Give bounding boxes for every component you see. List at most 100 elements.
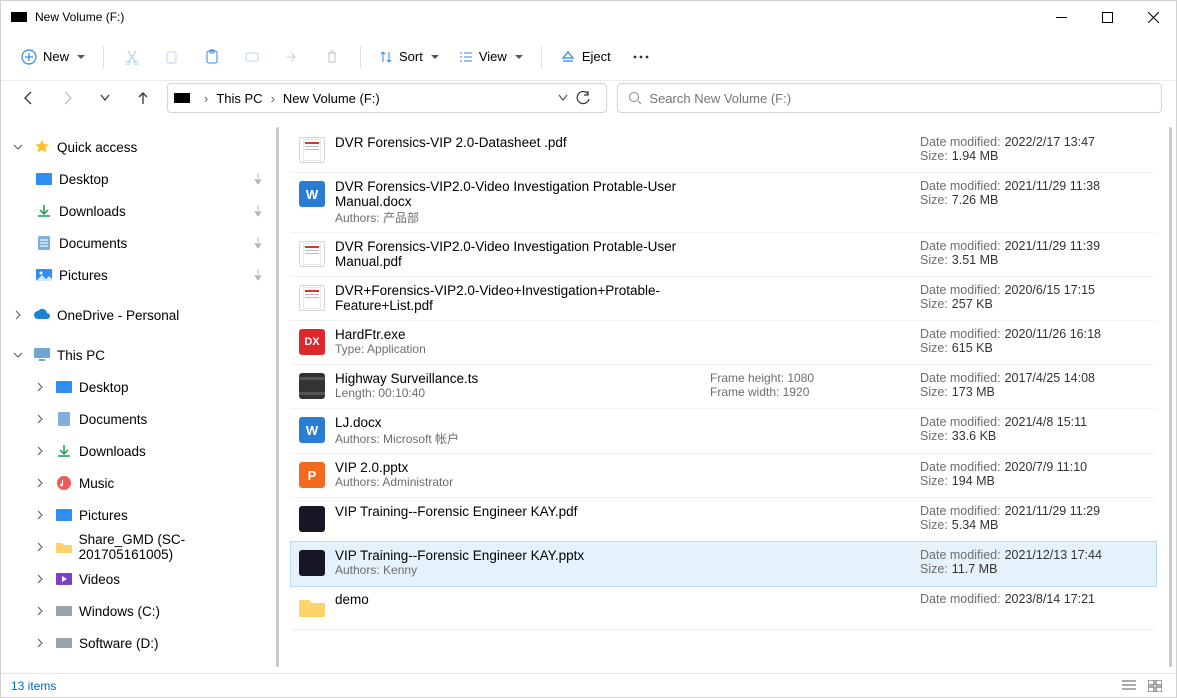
tiles-view-button[interactable] (1144, 677, 1166, 695)
star-icon (33, 139, 51, 155)
file-row[interactable]: Highway Surveillance.ts Length: 00:10:40… (291, 365, 1156, 409)
new-button[interactable]: New (13, 41, 93, 73)
paste-button[interactable] (194, 41, 230, 73)
chevron-right-icon[interactable] (35, 542, 49, 552)
chevron-right-icon[interactable]: › (271, 91, 275, 106)
sidebar-pc-pictures[interactable]: Pictures (7, 499, 277, 531)
file-row[interactable]: DVR Forensics-VIP 2.0-Datasheet .pdf Dat… (291, 129, 1156, 173)
folder-icon (55, 541, 73, 553)
file-row[interactable]: demo Date modified:2023/8/14 17:21 (291, 586, 1156, 630)
sidebar-pc-software[interactable]: Software (D:) (7, 627, 277, 659)
chevron-right-icon[interactable] (35, 510, 49, 520)
view-button[interactable]: View (451, 41, 531, 73)
sidebar-item-label: Share_GMD (SC-201705161005) (79, 532, 277, 562)
breadcrumb-dropdown[interactable] (558, 94, 568, 102)
sidebar-onedrive[interactable]: OneDrive - Personal (7, 299, 277, 331)
forward-button[interactable] (53, 84, 81, 112)
picture-icon (55, 509, 73, 521)
scrollbar[interactable] (1169, 127, 1172, 667)
file-name: DVR Forensics-VIP2.0-Video Investigation… (335, 179, 710, 209)
chevron-down-icon (429, 49, 439, 64)
sidebar-pc-windows[interactable]: Windows (C:) (7, 595, 277, 627)
refresh-button[interactable] (576, 91, 600, 106)
breadcrumb-root[interactable]: This PC (216, 91, 262, 106)
scrollbar[interactable] (276, 127, 279, 667)
sidebar-documents[interactable]: Documents (7, 227, 277, 259)
chevron-right-icon[interactable]: › (204, 91, 208, 106)
new-label: New (43, 49, 69, 64)
file-row[interactable]: DVR Forensics-VIP2.0-Video Investigation… (291, 233, 1156, 277)
chevron-right-icon[interactable] (35, 606, 49, 616)
file-row[interactable]: W LJ.docx Authors: Microsoft 帐户 Date mod… (291, 409, 1156, 454)
chevron-right-icon[interactable] (35, 638, 49, 648)
close-button[interactable] (1130, 1, 1176, 33)
toolbar: New Sort View Eject (1, 33, 1176, 81)
file-row[interactable]: P VIP 2.0.pptx Authors: Administrator Da… (291, 454, 1156, 498)
copy-icon (164, 49, 180, 65)
file-row[interactable]: VIP Training--Forensic Engineer KAY.pdf … (291, 498, 1156, 542)
file-meta: Date modified:2021/11/29 11:38Size:7.26 … (920, 179, 1150, 207)
breadcrumb-leaf[interactable]: New Volume (F:) (283, 91, 380, 106)
copy-button[interactable] (154, 41, 190, 73)
file-meta: Date modified:2020/6/15 17:15Size:257 KB (920, 283, 1150, 311)
drive-icon (55, 606, 73, 616)
cut-button[interactable] (114, 41, 150, 73)
sidebar-quickaccess[interactable]: Quick access (7, 131, 277, 163)
chevron-right-icon[interactable] (13, 310, 27, 320)
minimize-button[interactable] (1038, 1, 1084, 33)
chevron-right-icon[interactable] (35, 382, 49, 392)
sidebar-pc-downloads[interactable]: Downloads (7, 435, 277, 467)
sidebar-pictures[interactable]: Pictures (7, 259, 277, 291)
maximize-button[interactable] (1084, 1, 1130, 33)
file-meta: Date modified:2021/11/29 11:39Size:3.51 … (920, 239, 1150, 267)
pin-icon[interactable] (253, 237, 263, 249)
pin-icon[interactable] (253, 269, 263, 281)
chevron-down-icon[interactable] (13, 350, 27, 360)
file-row[interactable]: DX HardFtr.exe Type: Application Date mo… (291, 321, 1156, 365)
sidebar-thispc[interactable]: This PC (7, 339, 277, 371)
chevron-right-icon[interactable] (35, 574, 49, 584)
pin-icon[interactable] (253, 173, 263, 185)
picture-icon (35, 269, 53, 281)
sidebar-pc-share[interactable]: Share_GMD (SC-201705161005) (7, 531, 277, 563)
sidebar-pc-documents[interactable]: Documents (7, 403, 277, 435)
chevron-right-icon[interactable] (35, 414, 49, 424)
file-name: HardFtr.exe (335, 327, 710, 342)
share-button[interactable] (274, 41, 310, 73)
eject-button[interactable]: Eject (552, 41, 619, 73)
sidebar-downloads[interactable]: Downloads (7, 195, 277, 227)
chevron-right-icon[interactable] (35, 446, 49, 456)
chevron-right-icon[interactable] (35, 478, 49, 488)
rename-button[interactable] (234, 41, 270, 73)
sidebar-pc-videos[interactable]: Videos (7, 563, 277, 595)
sidebar-item-label: Videos (79, 572, 120, 587)
pin-icon[interactable] (253, 205, 263, 217)
recent-locations-button[interactable] (91, 84, 119, 112)
music-icon (55, 476, 73, 490)
paste-icon (204, 49, 220, 65)
sidebar-pc-music[interactable]: Music (7, 467, 277, 499)
chevron-down-icon[interactable] (13, 142, 27, 152)
file-row[interactable]: VIP Training--Forensic Engineer KAY.pptx… (291, 542, 1156, 586)
file-meta: Date modified:2021/4/8 15:11Size:33.6 KB (920, 415, 1150, 443)
delete-button[interactable] (314, 41, 350, 73)
file-meta: Date modified:2020/7/9 11:10Size:194 MB (920, 460, 1150, 488)
search-input[interactable] (649, 91, 1151, 106)
sort-button[interactable]: Sort (371, 41, 447, 73)
sidebar-item-label: Downloads (79, 444, 146, 459)
back-button[interactable] (15, 84, 43, 112)
sidebar-item-label: Pictures (79, 508, 128, 523)
file-row[interactable]: DVR+Forensics-VIP2.0-Video+Investigation… (291, 277, 1156, 321)
details-view-button[interactable] (1118, 677, 1140, 695)
search-box[interactable] (617, 83, 1162, 113)
up-button[interactable] (129, 84, 157, 112)
search-icon (628, 91, 641, 105)
sidebar-item-label: OneDrive - Personal (57, 308, 179, 323)
file-name: Highway Surveillance.ts (335, 371, 710, 386)
file-row[interactable]: W DVR Forensics-VIP2.0-Video Investigati… (291, 173, 1156, 233)
sidebar-desktop[interactable]: Desktop (7, 163, 277, 195)
breadcrumb[interactable]: › This PC › New Volume (F:) (167, 83, 607, 113)
more-button[interactable] (623, 41, 659, 73)
eject-label: Eject (582, 49, 611, 64)
sidebar-pc-desktop[interactable]: Desktop (7, 371, 277, 403)
